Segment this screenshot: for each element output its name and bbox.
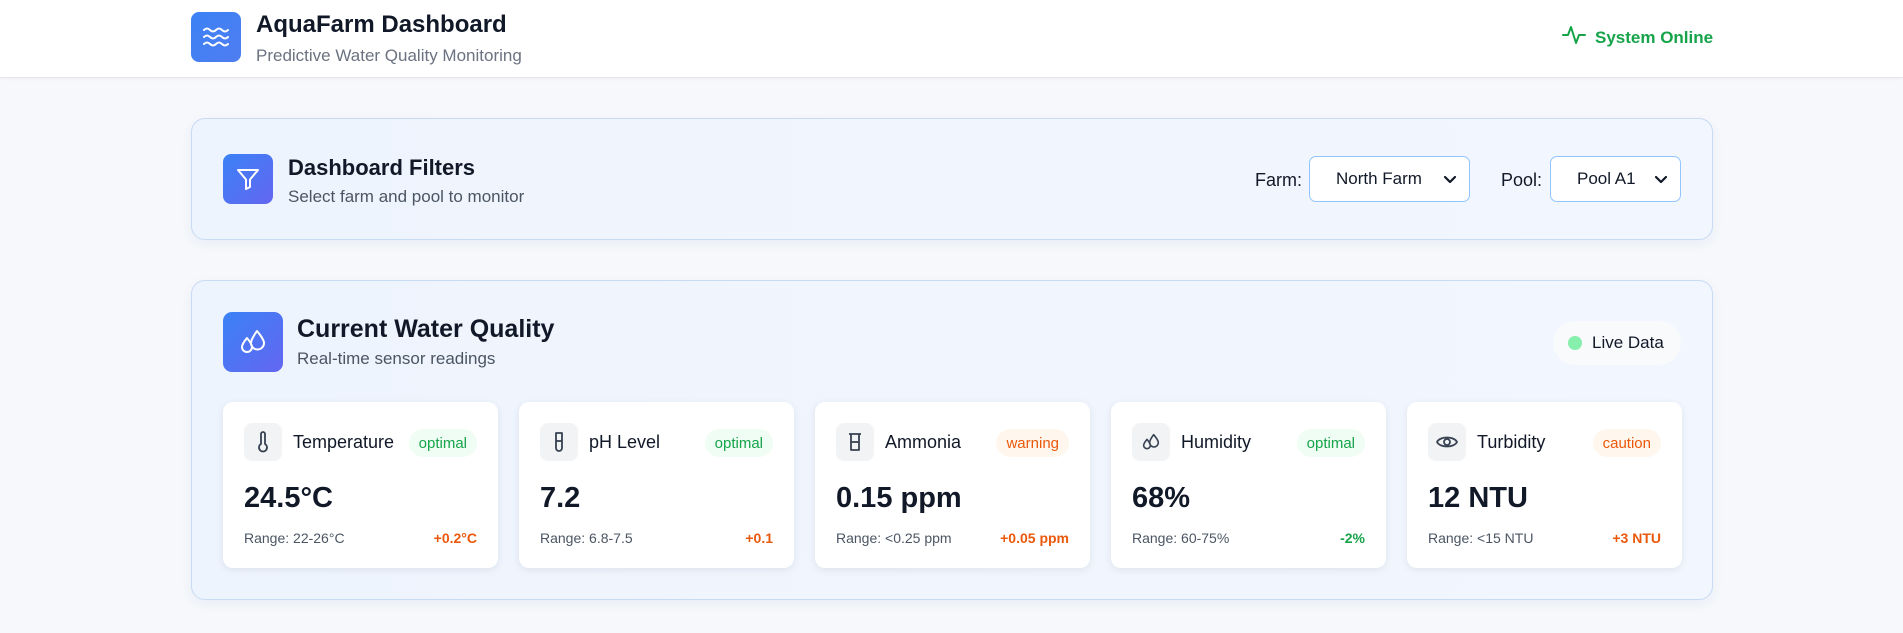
metric-value: 68%: [1132, 482, 1191, 514]
metric-card-temperature[interactable]: Temperature optimal 24.5°C Range: 22-26°…: [223, 402, 498, 568]
metric-name: Turbidity: [1477, 432, 1546, 452]
metric-delta: +3 NTU: [1612, 530, 1661, 546]
chevron-down-icon: [1443, 171, 1457, 191]
metric-card-humidity[interactable]: Humidity optimal 68% Range: 60-75% -2%: [1111, 402, 1386, 568]
farm-select-value: North Farm: [1336, 169, 1422, 188]
water-quality-panel: Current Water Quality Real-time sensor r…: [191, 280, 1713, 600]
metric-name: Temperature: [293, 432, 395, 452]
system-status: System Online: [1562, 24, 1713, 51]
metric-value: 0.15 ppm: [836, 482, 962, 514]
status-badge: warning: [996, 429, 1069, 457]
beaker-icon: [836, 423, 874, 461]
status-badge: optimal: [408, 429, 477, 457]
metric-range: Range: 22-26°C: [244, 530, 345, 546]
metric-card-turbidity[interactable]: Turbidity caution 12 NTU Range: <15 NTU …: [1407, 402, 1682, 568]
metric-delta: -2%: [1340, 530, 1365, 546]
farm-select[interactable]: North Farm: [1309, 156, 1470, 202]
chevron-down-icon: [1654, 171, 1668, 191]
thermometer-icon: [244, 423, 282, 461]
metric-name: pH Level: [589, 432, 661, 452]
live-data-indicator: Live Data: [1553, 321, 1681, 365]
metric-value: 7.2: [540, 482, 581, 514]
pool-label: Pool:: [1501, 170, 1543, 190]
eye-icon: [1428, 423, 1466, 461]
metric-value: 12 NTU: [1428, 482, 1528, 514]
metric-name: Humidity: [1181, 432, 1252, 452]
pool-select[interactable]: Pool A1: [1550, 156, 1681, 202]
metric-name: Ammonia: [885, 432, 962, 452]
live-dot: [1568, 336, 1582, 350]
status-badge: optimal: [704, 429, 773, 457]
metric-range: Range: <0.25 ppm: [836, 530, 952, 546]
metric-range: Range: 60-75%: [1132, 530, 1230, 546]
system-status-label: System Online: [1595, 27, 1714, 47]
status-badge: caution: [1592, 429, 1661, 457]
metric-card-ph-level[interactable]: pH Level optimal 7.2 Range: 6.8-7.5 +0.1: [519, 402, 794, 568]
app-title: AquaFarm Dashboard: [256, 11, 507, 38]
metric-range: Range: 6.8-7.5: [540, 530, 633, 546]
pool-select-value: Pool A1: [1577, 169, 1636, 188]
metric-delta: +0.2°C: [433, 530, 477, 546]
filters-title: Dashboard Filters: [288, 155, 476, 180]
metric-delta: +0.1: [745, 530, 773, 546]
app-header: AquaFarm Dashboard Predictive Water Qual…: [0, 0, 1903, 78]
waves-icon: [191, 12, 241, 62]
farm-label: Farm:: [1255, 170, 1302, 190]
metric-range: Range: <15 NTU: [1428, 530, 1534, 546]
activity-icon: [1562, 24, 1586, 51]
metric-value: 24.5°C: [244, 482, 333, 514]
test-tube-icon: [540, 423, 578, 461]
dashboard-filters-panel: Dashboard Filters Select farm and pool t…: [191, 118, 1713, 240]
metric-card-ammonia[interactable]: Ammonia warning 0.15 ppm Range: <0.25 pp…: [815, 402, 1090, 568]
metric-delta: +0.05 ppm: [1000, 530, 1069, 546]
app-subtitle: Predictive Water Quality Monitoring: [256, 46, 522, 65]
water-quality-title: Current Water Quality: [297, 315, 555, 343]
live-data-label: Live Data: [1592, 333, 1664, 352]
status-badge: optimal: [1296, 429, 1365, 457]
droplets-icon: [223, 312, 283, 372]
droplets-icon: [1132, 423, 1170, 461]
filter-icon: [223, 154, 273, 204]
filters-subtitle: Select farm and pool to monitor: [288, 187, 525, 206]
water-quality-subtitle: Real-time sensor readings: [297, 349, 496, 368]
